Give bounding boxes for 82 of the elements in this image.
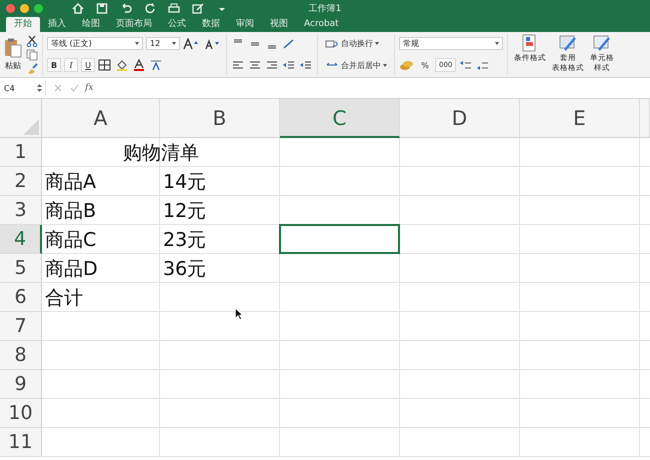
- row-header[interactable]: 3: [0, 196, 42, 225]
- table-cell-text: 商品A: [44, 170, 97, 194]
- table-cell-text: 23元: [162, 228, 208, 252]
- column-header[interactable]: E: [520, 99, 640, 138]
- horizontal-align-icon[interactable]: [265, 59, 279, 72]
- minimize-button[interactable]: [20, 4, 29, 12]
- home-icon[interactable]: [72, 2, 84, 14]
- undo-icon[interactable]: [120, 2, 132, 14]
- table-cell-text: 14元: [162, 170, 208, 194]
- edit-icon[interactable]: [192, 2, 204, 14]
- bold-button[interactable]: B: [47, 58, 62, 72]
- horizontal-align-icon[interactable]: [231, 59, 245, 72]
- underline-button[interactable]: U: [81, 58, 96, 72]
- row-header[interactable]: 11: [0, 428, 42, 457]
- window-title: 工作簿1: [308, 2, 342, 14]
- row-header[interactable]: 1: [0, 138, 42, 167]
- borders-icon[interactable]: [98, 59, 112, 71]
- caret-icon: [495, 42, 499, 45]
- indent-icon[interactable]: [282, 59, 296, 72]
- font-color-icon[interactable]: [132, 59, 146, 71]
- table-cell-text: 12元: [162, 198, 208, 224]
- cell-brush-icon: [593, 34, 611, 52]
- check-icon[interactable]: [70, 84, 79, 92]
- zoom-button[interactable]: [34, 4, 43, 12]
- ribbon-tab[interactable]: Acrobat: [296, 17, 347, 32]
- font-name-dropdown[interactable]: 等线 (正文): [47, 37, 143, 50]
- name-box[interactable]: C4: [0, 81, 46, 95]
- row-header[interactable]: 8: [0, 341, 42, 370]
- redo-icon[interactable]: [144, 2, 156, 14]
- grow-font-icon[interactable]: [183, 38, 201, 50]
- ribbon-tab[interactable]: 公式: [160, 17, 194, 32]
- wrap-text-button[interactable]: 自动换行: [322, 36, 382, 51]
- ribbon-tab[interactable]: 插入: [40, 17, 74, 32]
- increase-decimal-icon[interactable]: [459, 59, 474, 71]
- merge-center-button[interactable]: 合并后居中: [322, 58, 390, 72]
- ribbon-tab[interactable]: 视图: [262, 17, 296, 32]
- table-cell-text: 商品D: [44, 256, 99, 282]
- ribbon-tab[interactable]: 开始: [6, 17, 40, 32]
- column-header[interactable]: A: [42, 99, 160, 138]
- row-header[interactable]: 2: [0, 167, 42, 196]
- shrink-font-icon[interactable]: [204, 38, 222, 50]
- row-header[interactable]: 7: [0, 312, 42, 341]
- text-angle-icon[interactable]: [282, 38, 296, 50]
- table-cell-text: 合计: [44, 286, 84, 310]
- font-size-dropdown[interactable]: 12: [146, 37, 180, 50]
- table-cell-text: 36元: [162, 256, 208, 282]
- column-header[interactable]: B: [160, 99, 280, 138]
- percent-button[interactable]: %: [418, 58, 432, 72]
- table-cell-text: 商品C: [44, 228, 98, 252]
- insert-function-button[interactable]: fx: [85, 83, 94, 93]
- column-header[interactable]: C: [280, 99, 400, 138]
- merged-cell-text: 购物清单: [122, 140, 200, 166]
- row-header[interactable]: 4: [0, 225, 42, 254]
- active-cell[interactable]: [279, 224, 400, 254]
- cursor-icon: [235, 308, 243, 320]
- caret-icon: [135, 42, 139, 45]
- italic-button[interactable]: I: [64, 58, 78, 72]
- ribbon-tab[interactable]: 绘图: [74, 17, 108, 32]
- horizontal-align-icon[interactable]: [248, 59, 262, 72]
- ribbon-tab[interactable]: 审阅: [228, 17, 262, 32]
- table-brush-icon: [559, 34, 577, 52]
- caret-icon: [383, 64, 387, 67]
- caret-icon: [375, 42, 379, 46]
- scissors-icon[interactable]: [26, 34, 38, 46]
- table-cell-text: 商品B: [44, 198, 98, 224]
- row-header[interactable]: 6: [0, 283, 42, 312]
- print-icon[interactable]: [168, 2, 180, 14]
- caret-icon: [172, 42, 176, 45]
- row-header[interactable]: 9: [0, 370, 42, 399]
- row-header[interactable]: 5: [0, 254, 42, 283]
- wrap-text-icon: [325, 38, 339, 49]
- indent-icon[interactable]: [299, 59, 313, 72]
- text-orientation-icon[interactable]: [149, 59, 164, 71]
- save-icon[interactable]: [96, 2, 108, 14]
- number-format-dropdown[interactable]: 常规: [399, 37, 503, 50]
- column-header[interactable]: D: [400, 99, 520, 138]
- ribbon-tab[interactable]: 页面布局: [108, 17, 160, 32]
- row-header[interactable]: 10: [0, 399, 42, 428]
- brush-icon[interactable]: [26, 62, 38, 74]
- ribbon-tab[interactable]: 数据: [194, 17, 228, 32]
- fill-color-icon[interactable]: [115, 59, 130, 71]
- paste-button[interactable]: 粘贴: [4, 38, 22, 71]
